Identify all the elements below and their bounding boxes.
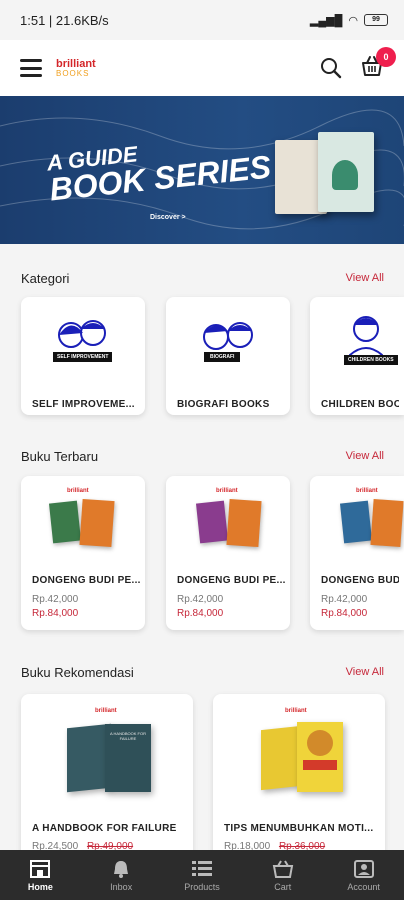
promo-banner[interactable]: A GUIDE BOOK SERIES Discover > — [0, 96, 404, 244]
publisher-logo: brilliant — [67, 488, 89, 494]
book-cover — [226, 498, 262, 548]
publisher-logo: brilliant — [216, 488, 238, 494]
menu-icon[interactable] — [20, 59, 42, 77]
category-card[interactable]: BIOGRAFI BIOGRAFI BOOKS — [166, 297, 290, 415]
product-card[interactable]: brilliant TIPS MENUMBUHKAN MOTI... Rp.18… — [213, 694, 385, 864]
product-title: DONGENG BUDI P — [321, 575, 399, 586]
search-icon[interactable] — [320, 57, 342, 79]
section-title: Buku Terbaru — [21, 448, 99, 464]
view-all-link[interactable]: View All — [346, 450, 384, 462]
price-original: Rp.42,000 — [177, 594, 224, 605]
nav-account[interactable]: Account — [323, 850, 404, 900]
book-cover — [79, 498, 115, 548]
signal-icon: ▂▄▆█ — [309, 14, 343, 27]
nav-cart[interactable]: Cart — [242, 850, 323, 900]
category-label: SELF IMPROVEME... — [32, 399, 135, 410]
book-cover: A HANDBOOK FOR FAILURE — [105, 724, 151, 792]
nav-label: Inbox — [110, 881, 133, 892]
account-icon — [353, 859, 374, 878]
list-icon — [191, 860, 212, 876]
nav-inbox[interactable]: Inbox — [81, 850, 162, 900]
product-card[interactable]: brilliant DONGENG BUDI P Rp.42,000 Rp.84… — [310, 476, 404, 630]
price-sale: Rp.84,000 — [321, 608, 368, 619]
bell-icon — [114, 860, 129, 878]
status-icons: ▂▄▆█ ◠ 99 — [310, 14, 388, 27]
category-card[interactable]: CHILDREN BOOKS CHILDREN BOOK — [310, 297, 404, 415]
status-bar: 1:51 | 21.6KB/s ▂▄▆█ ◠ 99 — [0, 0, 404, 40]
category-tag: BIOGRAFI — [204, 352, 241, 362]
nav-label: Home — [27, 881, 53, 892]
nav-products[interactable]: Products — [162, 850, 243, 900]
product-title: DONGENG BUDI PE... — [177, 575, 285, 586]
nav-label: Products — [184, 881, 220, 892]
banner-book-front — [318, 132, 374, 212]
battery-icon: 99 — [364, 14, 388, 26]
status-time: 1:51 | 21.6KB/s — [20, 12, 109, 28]
cover-title: A HANDBOOK FOR FAILURE — [109, 731, 146, 741]
nav-label: Account — [347, 881, 380, 892]
home-icon — [30, 859, 51, 878]
book-cover — [370, 499, 404, 547]
product-card[interactable]: brilliant A HANDBOOK FOR FAILURE A HANDB… — [21, 694, 193, 864]
publisher-logo: brilliant — [285, 708, 307, 714]
product-card[interactable]: brilliant DONGENG BUDI PE... Rp.42,000 R… — [166, 476, 290, 630]
publisher-logo: brilliant — [356, 488, 378, 494]
rekomendasi-section: Buku Rekomendasi View All — [0, 660, 404, 684]
publisher-logo: brilliant — [95, 708, 117, 714]
wifi-icon: ◠ — [348, 14, 358, 27]
banner-cta[interactable]: Discover > — [150, 214, 186, 221]
book-cover — [297, 722, 343, 792]
book-cover — [261, 725, 301, 791]
category-label: BIOGRAFI BOOKS — [177, 399, 270, 410]
price-original: Rp.42,000 — [32, 594, 79, 605]
price-sale: Rp.84,000 — [32, 608, 79, 619]
section-title: Buku Rekomendasi — [21, 664, 134, 680]
bottom-navigation: Home Inbox Products Cart Account — [0, 850, 404, 900]
book-cover — [195, 500, 229, 544]
category-label: CHILDREN BOOK — [321, 399, 399, 410]
product-title: TIPS MENUMBUHKAN MOTI... — [224, 823, 374, 834]
view-all-link[interactable]: View All — [346, 272, 384, 284]
nav-label: Cart — [274, 881, 292, 892]
category-tag: CHILDREN BOOKS — [344, 355, 398, 365]
view-all-link[interactable]: View All — [346, 666, 384, 678]
product-title: DONGENG BUDI PE... — [32, 575, 140, 586]
app-bar: brilliant BOOKS 0 — [0, 40, 404, 96]
people-illustration — [203, 322, 253, 350]
cart-icon — [272, 859, 293, 878]
section-title: Kategori — [21, 270, 70, 286]
book-cover — [339, 500, 373, 544]
cart-count-badge: 0 — [376, 46, 396, 67]
category-card[interactable]: SELF IMPROVEMENT SELF IMPROVEME... — [21, 297, 145, 415]
cart-button[interactable]: 0 — [360, 46, 396, 82]
brand-logo[interactable]: brilliant BOOKS — [56, 58, 96, 78]
nav-home[interactable]: Home — [0, 850, 81, 900]
product-card[interactable]: brilliant DONGENG BUDI PE... Rp.42,000 R… — [21, 476, 145, 630]
price-original: Rp.42,000 — [321, 594, 368, 605]
kategori-section: Kategori View All — [0, 266, 404, 290]
category-tag: SELF IMPROVEMENT — [53, 352, 113, 362]
terbaru-section: Buku Terbaru View All — [0, 444, 404, 468]
product-title: A HANDBOOK FOR FAILURE — [32, 823, 177, 834]
people-illustration — [58, 320, 106, 348]
book-cover — [48, 500, 82, 544]
price-sale: Rp.84,000 — [177, 608, 224, 619]
